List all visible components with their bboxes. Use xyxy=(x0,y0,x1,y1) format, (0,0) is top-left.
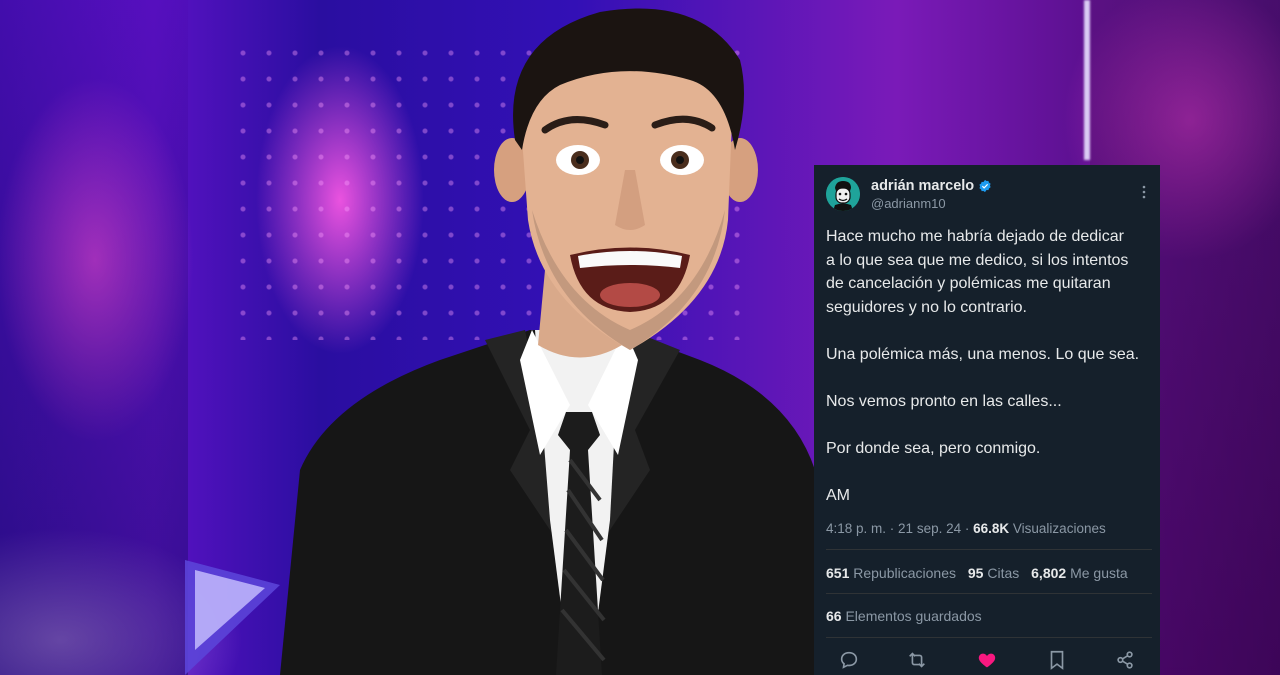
author-name-text[interactable]: adrián marcelo xyxy=(871,178,974,194)
quotes-stat[interactable]: 95 Citas xyxy=(968,565,1019,581)
author-name[interactable]: adrián marcelo xyxy=(871,178,992,194)
tweet-time[interactable]: 4:18 p. m. xyxy=(826,521,886,536)
divider xyxy=(826,593,1152,594)
divider xyxy=(826,549,1152,550)
like-icon[interactable] xyxy=(976,649,998,671)
bookmark-icon[interactable] xyxy=(1046,649,1068,671)
reposts-stat[interactable]: 651 Republicaciones xyxy=(826,565,956,581)
background-left-panel xyxy=(0,0,188,675)
avatar-portrait-icon xyxy=(826,177,860,211)
tweet-card: adrián marcelo @adrianm10 Hace mucho me … xyxy=(814,165,1160,675)
bookmarks-count: 66 xyxy=(826,608,842,624)
author-handle[interactable]: @adrianm10 xyxy=(871,196,946,211)
background-light-stripe xyxy=(1084,0,1090,160)
divider xyxy=(826,637,1152,638)
verified-icon xyxy=(979,179,991,193)
likes-label: Me gusta xyxy=(1070,565,1128,581)
reply-icon[interactable] xyxy=(838,649,860,671)
likes-stat[interactable]: 6,802 Me gusta xyxy=(1031,565,1128,581)
quotes-label: Citas xyxy=(987,565,1020,581)
bookmarks-label: Elementos guardados xyxy=(845,608,982,624)
author-avatar[interactable] xyxy=(826,177,860,211)
quotes-count: 95 xyxy=(967,565,984,581)
more-icon[interactable] xyxy=(1142,185,1146,199)
man-in-suit-photo xyxy=(280,8,830,675)
tweet-date[interactable]: 21 sep. 24 xyxy=(898,521,961,536)
tweet-paragraph: Hace mucho me habría dejado de dedicar a… xyxy=(826,228,1129,316)
tweet-meta: 4:18 p. m. · 21 sep. 24 · 66.8K Visualiz… xyxy=(826,521,1106,536)
views-label: Visualizaciones xyxy=(1012,521,1106,536)
tweet-signature: AM xyxy=(826,486,850,504)
tweet-actions-bar xyxy=(826,649,1160,671)
bookmarks-stat[interactable]: 66 Elementos guardados xyxy=(826,608,982,624)
tweet-paragraph: Una polémica más, una menos. Lo que sea. xyxy=(826,345,1140,363)
views-count: 66.8K xyxy=(973,521,1010,536)
engagement-stats: 651 Republicaciones 95 Citas 6,802 Me gu… xyxy=(826,565,1128,581)
tweet-paragraph: Nos vemos pronto en las calles... xyxy=(826,392,1062,410)
share-icon[interactable] xyxy=(1114,649,1136,671)
retweet-icon[interactable] xyxy=(906,649,928,671)
reposts-count: 651 xyxy=(826,565,850,581)
likes-count: 6,802 xyxy=(1031,565,1067,581)
tweet-text: Hace mucho me habría dejado de dedicar a… xyxy=(826,225,1146,531)
reposts-label: Republicaciones xyxy=(853,565,956,581)
tweet-paragraph: Por donde sea, pero conmigo. xyxy=(826,439,1041,457)
